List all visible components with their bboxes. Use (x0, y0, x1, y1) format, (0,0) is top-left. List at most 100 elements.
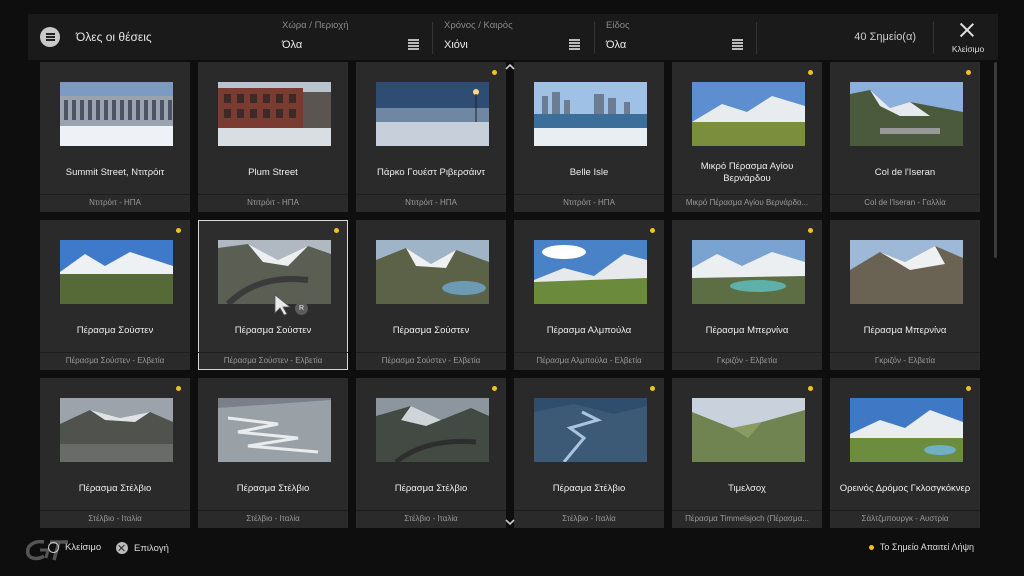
location-card[interactable]: Πέρασμα Στέλβιο Στέλβιο - Ιταλία (514, 378, 664, 528)
card-divider (830, 510, 980, 511)
card-divider (356, 510, 506, 511)
download-required-dot-icon (868, 544, 874, 550)
location-card[interactable]: Πέρασμα Στέλβιο Στέλβιο - Ιταλία (198, 378, 348, 528)
list-icon (569, 45, 580, 47)
filter-type[interactable]: Είδος Όλα (606, 14, 756, 60)
download-required-dot-icon (176, 228, 181, 233)
card-divider (830, 352, 980, 353)
location-card[interactable]: Πέρασμα Μπερνίνα Γκριζόν - Ελβετία (672, 220, 822, 370)
pointer-cursor-icon (274, 294, 292, 316)
select-label: Επιλογή (134, 542, 169, 554)
location-subtitle: Ντιτρόιτ - ΗΠΑ (247, 198, 299, 207)
scroll-up-icon[interactable] (505, 63, 515, 73)
page-title: Όλες οι θέσεις (76, 30, 152, 44)
location-title: Πέρασμα Στέλβιο (394, 483, 468, 494)
scrollbar[interactable] (994, 62, 997, 258)
filter-country-label: Χώρα / Περιοχή (282, 20, 349, 31)
divider (594, 22, 595, 54)
location-card[interactable]: Πέρασμα Σούστεν Πέρασμα Σούστεν - Ελβετί… (198, 220, 348, 370)
close-label: Κλείσιμο (951, 44, 985, 54)
location-card[interactable]: Μικρό Πέρασμα Αγίου Βερνάρδου Μικρό Πέρα… (672, 62, 822, 212)
location-title: Summit Street, Ντιτρόιτ (65, 167, 165, 178)
card-divider (40, 352, 190, 353)
download-required-dot-icon (808, 70, 813, 75)
location-title: Πέρασμα Μπερνίνα (705, 325, 789, 336)
location-title: Col de l'Iseran (874, 167, 936, 178)
filter-weather[interactable]: Χρόνος / Καιρός Χιόνι (444, 14, 594, 60)
top-bar: Όλες οι θέσεις Χώρα / Περιοχή Όλα Χρόνος… (28, 14, 998, 60)
location-thumbnail (850, 82, 963, 146)
location-thumbnail (218, 398, 331, 462)
legend-label: Το Σημείο Απαιτεί Λήψη (879, 542, 974, 552)
location-card[interactable]: Πέρασμα Μπερνίνα Γκριζόν - Ελβετία (830, 220, 980, 370)
location-card[interactable]: Πέρασμα Στέλβιο Στέλβιο - Ιταλία (40, 378, 190, 528)
location-title: Πέρασμα Στέλβιο (236, 483, 310, 494)
close-icon (959, 22, 975, 38)
location-title: Πέρασμα Στέλβιο (78, 483, 152, 494)
filter-country[interactable]: Χώρα / Περιοχή Όλα (282, 14, 430, 60)
download-required-dot-icon (650, 228, 655, 233)
list-icon (408, 45, 419, 47)
location-card[interactable]: Plum Street Ντιτρόιτ - ΗΠΑ (198, 62, 348, 212)
location-thumbnail (534, 240, 647, 304)
select-button[interactable]: Επιλογή (116, 542, 169, 554)
divider (432, 22, 433, 54)
location-subtitle: Col de l'Iseran - Γαλλία (864, 198, 946, 207)
location-subtitle: Ντιτρόιτ - ΗΠΑ (89, 198, 141, 207)
scroll-down-icon[interactable] (505, 518, 515, 528)
list-icon (732, 45, 743, 47)
location-thumbnail (534, 82, 647, 146)
location-card[interactable]: Πέρασμα Στέλβιο Στέλβιο - Ιταλία (356, 378, 506, 528)
card-divider (514, 352, 664, 353)
location-subtitle: Σάλτζμπουργκ - Αυστρία (861, 514, 949, 523)
location-card[interactable]: Πάρκο Γουέστ Ριβερσάιντ Ντιτρόιτ - ΗΠΑ (356, 62, 506, 212)
download-required-dot-icon (176, 386, 181, 391)
location-thumbnail (376, 82, 489, 146)
location-subtitle: Πέρασμα Σούστεν - Ελβετία (65, 356, 165, 365)
location-title: Πέρασμα Στέλβιο (552, 483, 626, 494)
location-count: 40 Σημείο(α) (854, 31, 916, 43)
back-button[interactable]: Κλείσιμο (48, 542, 101, 553)
card-divider (514, 194, 664, 195)
location-card[interactable]: Τιμελσοχ Πέρασμα Timmelsjoch (Πέρασμα... (672, 378, 822, 528)
location-title: Πέρασμα Σούστεν (392, 325, 470, 336)
location-thumbnail (692, 240, 805, 304)
location-title: Πέρασμα Σούστεν (234, 325, 312, 336)
location-subtitle: Πέρασμα Timmelsjoch (Πέρασμα... (685, 514, 809, 523)
card-divider (830, 194, 980, 195)
card-divider (356, 194, 506, 195)
location-title: Πάρκο Γουέστ Ριβερσάιντ (376, 167, 486, 178)
download-legend: Το Σημείο Απαιτεί Λήψη (868, 542, 974, 552)
location-card[interactable]: Πέρασμα Σούστεν Πέρασμα Σούστεν - Ελβετί… (356, 220, 506, 370)
location-title: Πέρασμα Σούστεν (76, 325, 154, 336)
card-divider (672, 510, 822, 511)
divider (756, 22, 757, 54)
card-divider (672, 194, 822, 195)
location-title: Πέρασμα Αλμπούλα (546, 325, 632, 336)
filter-type-value: Όλα (606, 39, 627, 51)
card-divider (198, 352, 348, 353)
location-card[interactable]: Πέρασμα Σούστεν Πέρασμα Σούστεν - Ελβετί… (40, 220, 190, 370)
location-card[interactable]: Col de l'Iseran Col de l'Iseran - Γαλλία (830, 62, 980, 212)
download-required-dot-icon (808, 228, 813, 233)
location-thumbnail (692, 398, 805, 462)
divider (933, 22, 934, 54)
download-required-dot-icon (966, 386, 971, 391)
location-card[interactable]: Πέρασμα Αλμπούλα Πέρασμα Αλμπούλα - Ελβε… (514, 220, 664, 370)
download-required-dot-icon (492, 70, 497, 75)
cross-button-icon (116, 542, 128, 554)
location-thumbnail (850, 398, 963, 462)
footer: Κλείσιμο Επιλογή Το Σημείο Απαιτεί Λήψη (0, 532, 1024, 576)
location-title: Πέρασμα Μπερνίνα (863, 325, 947, 336)
location-subtitle: Στέλβιο - Ιταλία (88, 514, 142, 523)
menu-icon[interactable] (40, 27, 60, 47)
location-subtitle: Πέρασμα Σούστεν - Ελβετία (381, 356, 481, 365)
location-card[interactable]: Belle Isle Ντιτρόιτ - ΗΠΑ (514, 62, 664, 212)
location-card[interactable]: Summit Street, Ντιτρόιτ Ντιτρόιτ - ΗΠΑ (40, 62, 190, 212)
filter-country-value: Όλα (282, 39, 303, 51)
close-button[interactable]: Κλείσιμο (946, 14, 986, 60)
circle-button-icon (48, 542, 59, 553)
location-thumbnail (218, 82, 331, 146)
location-card[interactable]: Ορεινός Δρόμος Γκλοσγκόκνερ Σάλτζμπουργκ… (830, 378, 980, 528)
location-thumbnail (376, 398, 489, 462)
